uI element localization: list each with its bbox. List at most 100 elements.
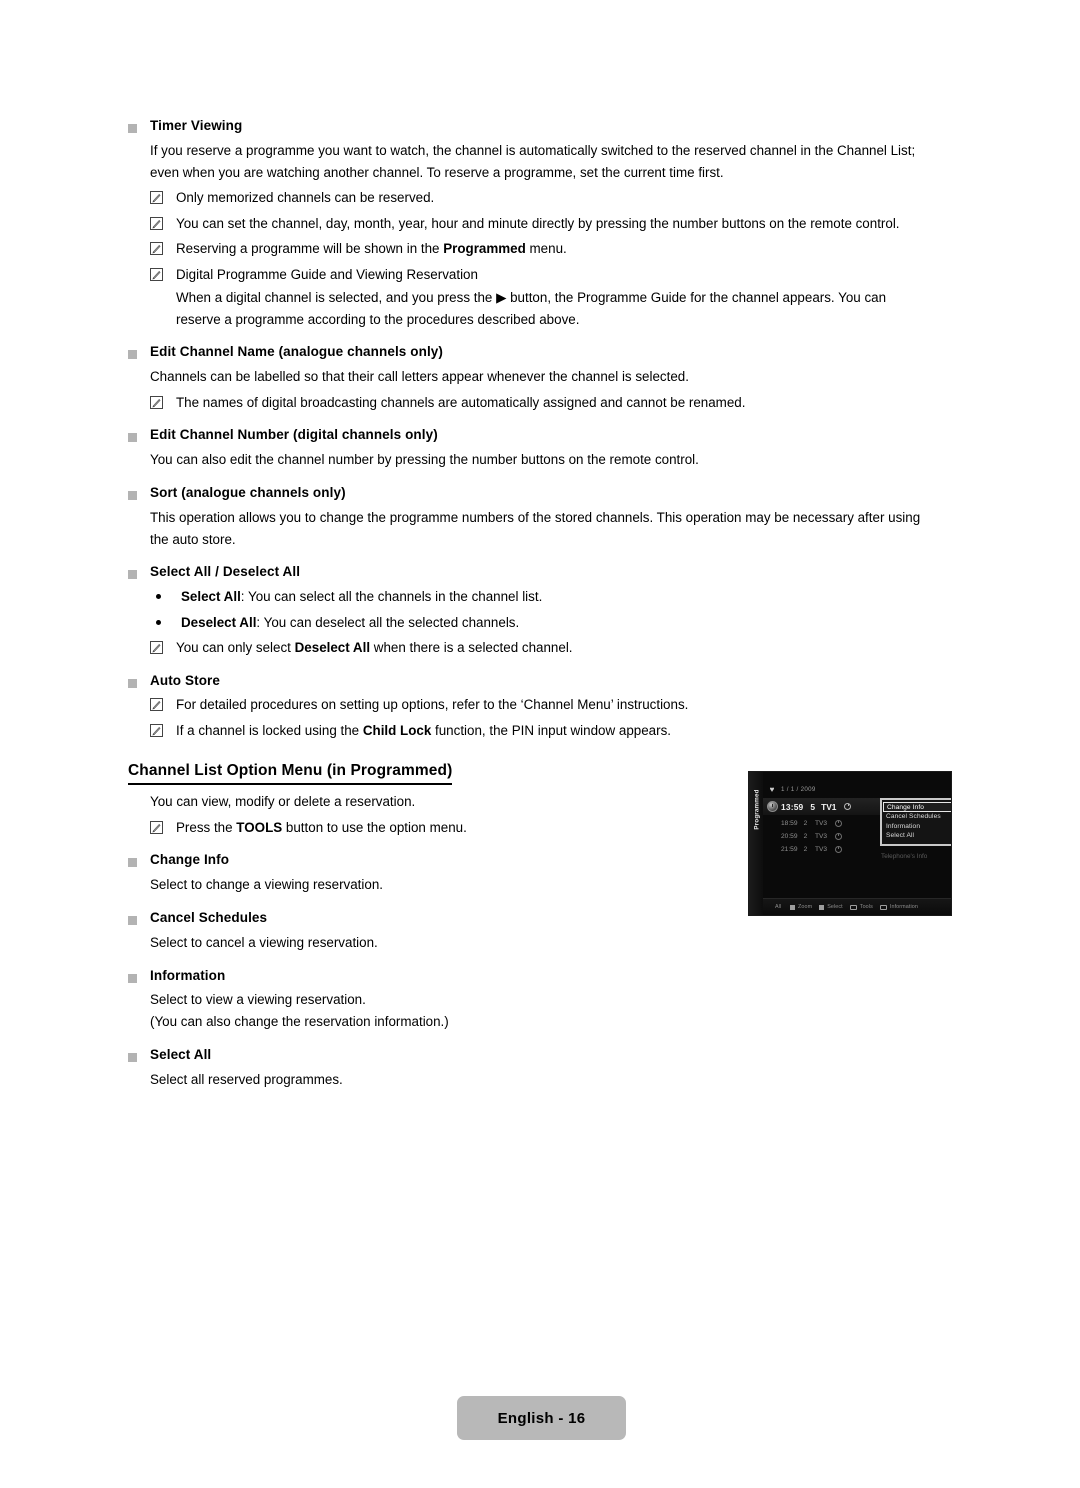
tools-button-icon: [849, 904, 857, 910]
tv-side-panel: Programmed: [749, 772, 763, 915]
section-heading-label: Sort (analogue channels only): [150, 485, 346, 501]
tv-osd-screenshot: Programmed ♥ 1 / 1 / 2009 13:59 5 TV1 18…: [748, 771, 952, 916]
tv-row-time: 18:59: [781, 820, 798, 827]
tv-help-all-label: All: [775, 904, 781, 910]
note-pencil-icon: [150, 641, 163, 655]
note-text: For detailed procedures on setting up op…: [176, 697, 689, 713]
tv-selected-channel: TV1: [821, 801, 837, 812]
square-marker-icon: [128, 1052, 137, 1062]
paragraph-cancel-schedules: Select to cancel a viewing reservation.: [150, 934, 378, 950]
tv-help-item-information[interactable]: Information: [879, 904, 918, 910]
tv-help-item-tools[interactable]: Tools: [849, 904, 873, 910]
clock-icon: [844, 798, 852, 816]
square-marker-icon: [128, 915, 137, 925]
main-heading: Channel List Option Menu (in Programmed): [128, 762, 453, 786]
bullet-text-rest: : You can deselect all the selected chan…: [256, 614, 520, 630]
tv-side-label: Programmed: [753, 789, 761, 830]
paragraph-sort-1: This operation allows you to change the …: [150, 509, 921, 525]
section-heading-label: Auto Store: [150, 672, 220, 688]
bullet-text-rest: : You can select all the channels in the…: [240, 589, 543, 605]
section-heading-select-all: Select All: [128, 1047, 958, 1064]
subnote-programme-guide-2: reserve a programme according to the pro…: [176, 311, 580, 327]
paragraph-sort-2: the auto store.: [150, 531, 236, 547]
paragraph-timer-viewing-2: even when you are watching another chann…: [150, 164, 724, 180]
note-deselect-all-condition: You can only select Deselect All when th…: [150, 638, 958, 657]
note-text-pre: You can only select: [176, 640, 295, 656]
watch-icon: [763, 801, 781, 812]
bullet-text: Deselect All: You can deselect all the s…: [181, 613, 519, 632]
document-page: Timer Viewing If you reserve a programme…: [0, 0, 1080, 1488]
tv-body: ♥ 1 / 1 / 2009 13:59 5 TV1 18:59 2 TV3 2…: [763, 772, 951, 915]
note-text: Digital Programme Guide and Viewing Rese…: [176, 266, 478, 282]
note-text: If a channel is locked using the Child L…: [176, 721, 958, 740]
square-marker-icon: [128, 973, 137, 983]
note-pencil-icon: [150, 820, 163, 834]
note-text: Reserving a programme will be shown in t…: [176, 239, 958, 258]
paragraph-information-2: (You can also change the reservation inf…: [150, 1014, 449, 1030]
tv-help-label: Zoom: [798, 904, 813, 910]
tv-row-channel: TV3: [814, 833, 828, 840]
tv-popup-item-select-all[interactable]: Select All: [882, 831, 951, 841]
note-text-bold: Child Lock: [362, 722, 432, 738]
tv-row-number: 2: [803, 833, 808, 840]
note-text-pre: If a channel is locked using the: [176, 722, 363, 738]
tv-row-channel: TV3: [814, 820, 828, 827]
note-digital-programme-guide: Digital Programme Guide and Viewing Rese…: [150, 265, 958, 284]
section-heading-select-deselect-all: Select All / Deselect All: [128, 564, 958, 581]
bullet-dot-icon: [156, 594, 161, 600]
note-text-pre: Reserving a programme will be shown in t…: [176, 241, 444, 257]
note-text: Only memorized channels can be reserved.: [176, 190, 435, 206]
tv-row-channel: TV3: [814, 846, 828, 853]
heart-icon: ♥: [769, 784, 775, 794]
tv-date-row: ♥ 1 / 1 / 2009: [763, 780, 951, 798]
section-heading-label: Change Info: [150, 852, 230, 868]
tv-help-item-zoom[interactable]: Zoom: [790, 904, 812, 910]
note-text: The names of digital broadcasting channe…: [176, 395, 746, 411]
tv-popup-item-cancel-schedules[interactable]: Cancel Schedules: [882, 812, 951, 822]
note-pencil-icon: [150, 267, 163, 281]
square-marker-icon: [128, 678, 137, 688]
note-text: You can set the channel, day, month, yea…: [176, 215, 900, 231]
tv-popup-item-change-info[interactable]: Change Info: [883, 802, 951, 812]
note-only-memorized: Only memorized channels can be reserved.: [150, 188, 958, 207]
paragraph-timer-viewing-1: If you reserve a programme you want to w…: [150, 142, 916, 158]
section-heading-sort: Sort (analogue channels only): [128, 485, 958, 502]
note-pencil-icon: [150, 396, 163, 410]
note-pencil-icon: [150, 191, 163, 205]
tv-ghost-text: Telephone's Info: [881, 853, 928, 860]
tv-help-item-select[interactable]: Select: [819, 904, 843, 910]
square-marker-icon: [128, 858, 137, 868]
section-heading-label: Edit Channel Number (digital channels on…: [150, 427, 438, 443]
note-detailed-procedures: For detailed procedures on setting up op…: [150, 695, 958, 714]
tv-option-popup: Change Info Cancel Schedules Information…: [880, 798, 951, 846]
paragraph-select-all: Select all reserved programmes.: [150, 1071, 343, 1087]
section-heading-edit-channel-name: Edit Channel Name (analogue channels onl…: [128, 344, 958, 361]
square-marker-icon: [128, 491, 137, 501]
note-text-pre: Press the: [176, 819, 237, 835]
section-heading-label: Cancel Schedules: [150, 909, 268, 925]
bullet-select-all: Select All: You can select all the chann…: [156, 587, 958, 606]
note-programmed-menu: Reserving a programme will be shown in t…: [150, 239, 958, 258]
tv-date-label: 1 / 1 / 2009: [781, 785, 816, 793]
section-heading-label: Timer Viewing: [150, 118, 243, 133]
tv-selected-number: 5: [810, 801, 816, 812]
note-text-bold: TOOLS: [236, 819, 283, 835]
section-heading-label: Select All / Deselect All: [150, 564, 301, 580]
subnote-programme-guide-1: When a digital channel is selected, and …: [176, 290, 887, 306]
note-text-bold: Programmed: [443, 241, 526, 257]
info-button-icon: [879, 904, 887, 910]
bullet-dot-icon: [156, 619, 161, 625]
page-number-label: English - 16: [497, 1409, 586, 1427]
note-text: You can only select Deselect All when th…: [176, 638, 958, 657]
note-set-channel-directly: You can set the channel, day, month, yea…: [150, 214, 958, 233]
tv-help-bar: All Zoom Select Tools Information: [763, 898, 951, 915]
bullet-text: Select All: You can select all the chann…: [181, 587, 542, 606]
square-marker-icon: [128, 570, 137, 580]
section-heading-auto-store: Auto Store: [128, 673, 958, 690]
section-heading-label: Select All: [150, 1046, 212, 1062]
tv-row-number: 2: [803, 846, 808, 853]
section-heading-information: Information: [128, 968, 958, 985]
tv-popup-item-information[interactable]: Information: [882, 822, 951, 832]
document-content: Timer Viewing If you reserve a programme…: [128, 118, 958, 1089]
note-pencil-icon: [150, 698, 163, 712]
